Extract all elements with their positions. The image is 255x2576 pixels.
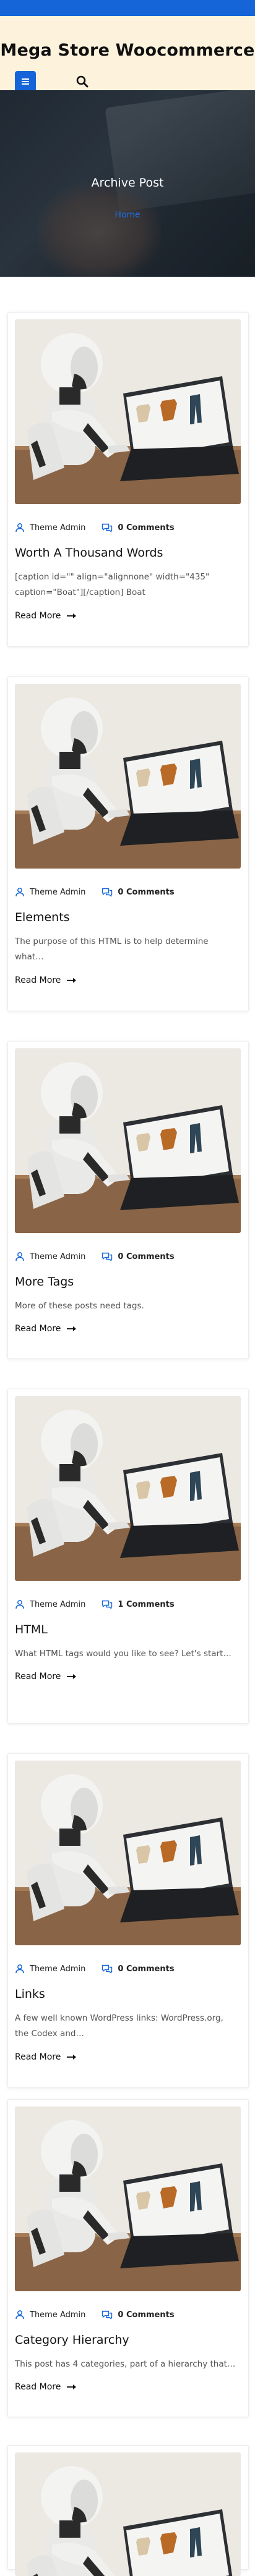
post-comments-count[interactable]: 0 Comments xyxy=(118,2310,174,2320)
post-excerpt: This post has 4 categories, part of a hi… xyxy=(15,2359,236,2369)
post-excerpt: More of these posts need tags. xyxy=(15,1301,144,1311)
post-meta: Theme Admin 0 Comments xyxy=(15,2310,175,2320)
read-more-label: Read More xyxy=(15,611,61,621)
post-thumbnail[interactable] xyxy=(15,2107,241,2291)
post-meta: Theme Admin 0 Comments xyxy=(15,887,175,897)
search-button[interactable] xyxy=(76,75,89,88)
user-icon xyxy=(15,1964,25,1974)
user-icon xyxy=(15,523,25,532)
menu-icon xyxy=(22,78,29,85)
post-title[interactable]: Links xyxy=(15,1987,45,2001)
post-author[interactable]: Theme Admin xyxy=(30,1600,85,1609)
post-excerpt: The purpose of this HTML is to help dete… xyxy=(15,937,209,962)
robot-laptop-image xyxy=(15,1396,241,1581)
search-icon xyxy=(76,75,89,88)
arrow-right-icon xyxy=(67,1326,77,1332)
comments-icon xyxy=(102,523,113,532)
post-author[interactable]: Theme Admin xyxy=(30,888,85,897)
post-meta: Theme Admin 0 Comments xyxy=(15,1252,175,1261)
post-comments-count[interactable]: 0 Comments xyxy=(118,523,174,532)
post-thumbnail[interactable] xyxy=(15,1048,241,1233)
comments-icon xyxy=(102,1599,113,1609)
arrow-right-icon xyxy=(67,613,77,619)
site-title[interactable]: Mega Store Woocommerce xyxy=(0,41,255,60)
post-card: Theme Admin 0 Comments Elements The purp… xyxy=(7,676,249,1011)
post-title[interactable]: More Tags xyxy=(15,1275,74,1289)
robot-laptop-image xyxy=(15,1761,241,1945)
post-excerpt: [caption id="" align="alignnone" width="… xyxy=(15,572,210,597)
post-title[interactable]: Elements xyxy=(15,911,70,924)
user-icon xyxy=(15,2310,25,2320)
post-thumbnail[interactable] xyxy=(15,319,241,504)
post-thumbnail[interactable] xyxy=(15,1761,241,1945)
post-comments-count[interactable]: 1 Comments xyxy=(118,1600,174,1609)
post-title[interactable]: Worth A Thousand Words xyxy=(15,546,163,560)
post-title[interactable]: Category Hierarchy xyxy=(15,2333,129,2347)
post-author[interactable]: Theme Admin xyxy=(30,2310,85,2320)
post-author[interactable]: Theme Admin xyxy=(30,1964,85,1974)
post-comments-count[interactable]: 0 Comments xyxy=(118,1964,174,1974)
read-more-link[interactable]: Read More xyxy=(15,1672,77,1682)
post-card: Theme Admin 0 Comments More Tags More of… xyxy=(7,1041,249,1359)
top-accent-bar xyxy=(0,0,255,16)
post-comments-count[interactable]: 0 Comments xyxy=(118,1252,174,1261)
user-icon xyxy=(15,1599,25,1609)
post-meta: Theme Admin 0 Comments xyxy=(15,1964,175,1974)
post-meta: Theme Admin 0 Comments xyxy=(15,523,175,532)
read-more-label: Read More xyxy=(15,975,61,985)
robot-laptop-image xyxy=(15,1048,241,1233)
post-comments-count[interactable]: 0 Comments xyxy=(118,888,174,897)
post-card: Theme Admin 0 Comments Worth A Thousand … xyxy=(7,312,249,647)
arrow-right-icon xyxy=(67,2384,77,2390)
read-more-label: Read More xyxy=(15,2382,61,2392)
robot-laptop-image xyxy=(15,2452,241,2576)
post-meta: Theme Admin 1 Comments xyxy=(15,1599,175,1609)
arrow-right-icon xyxy=(67,1673,77,1680)
breadcrumb-home-link[interactable]: Home xyxy=(0,210,255,220)
read-more-link[interactable]: Read More xyxy=(15,975,77,985)
post-author[interactable]: Theme Admin xyxy=(30,1252,85,1261)
arrow-right-icon xyxy=(67,977,77,983)
user-icon xyxy=(15,1252,25,1261)
post-card: Theme Admin 0 Comments Links A few well … xyxy=(7,1753,249,2088)
site-header: Mega Store Woocommerce xyxy=(0,16,255,92)
post-author[interactable]: Theme Admin xyxy=(30,523,85,532)
comments-icon xyxy=(102,2310,113,2320)
post-thumbnail[interactable] xyxy=(15,2452,241,2576)
menu-toggle-button[interactable] xyxy=(15,71,36,92)
read-more-link[interactable]: Read More xyxy=(15,1324,77,1334)
comments-icon xyxy=(102,1964,113,1974)
post-title[interactable]: HTML xyxy=(15,1623,48,1636)
robot-laptop-image xyxy=(15,2107,241,2291)
read-more-link[interactable]: Read More xyxy=(15,2382,77,2392)
post-card xyxy=(7,2445,249,2576)
robot-laptop-image xyxy=(15,684,241,869)
post-excerpt: What HTML tags would you like to see? Le… xyxy=(15,1649,231,1659)
post-thumbnail[interactable] xyxy=(15,1396,241,1581)
user-icon xyxy=(15,887,25,897)
arrow-right-icon xyxy=(67,2054,77,2060)
read-more-label: Read More xyxy=(15,2052,61,2062)
comments-icon xyxy=(102,887,113,897)
archive-title: Archive Post xyxy=(91,176,164,190)
post-card: Theme Admin 1 Comments HTML What HTML ta… xyxy=(7,1389,249,1724)
post-card: Theme Admin 0 Comments Category Hierarch… xyxy=(7,2099,249,2417)
read-more-label: Read More xyxy=(15,1672,61,1682)
read-more-link[interactable]: Read More xyxy=(15,2052,77,2062)
comments-icon xyxy=(102,1252,113,1261)
robot-laptop-image xyxy=(15,319,241,504)
post-thumbnail[interactable] xyxy=(15,684,241,869)
read-more-link[interactable]: Read More xyxy=(15,611,77,621)
post-excerpt: A few well known WordPress links: WordPr… xyxy=(15,2013,223,2039)
read-more-label: Read More xyxy=(15,1324,61,1334)
